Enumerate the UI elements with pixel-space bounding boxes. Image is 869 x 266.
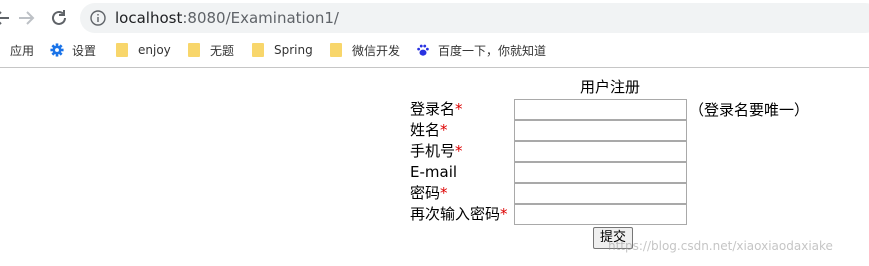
url-path: :8080/Examination1/ (182, 9, 339, 27)
bookmark-wechat-dev[interactable]: 微信开发 (330, 40, 400, 60)
field-label: 登录名 (410, 100, 456, 118)
field-label: 再次输入密码 (410, 205, 501, 223)
email-label: E-mail (410, 162, 457, 182)
email-input[interactable] (514, 162, 687, 183)
baidu-paw-icon (417, 44, 429, 56)
bookmark-label: 应用 (10, 43, 35, 58)
field-label: 密码 (410, 184, 441, 202)
required-mark: * (455, 142, 463, 160)
forward-arrow-icon (19, 11, 35, 25)
url-host: localhost (115, 9, 183, 27)
login-name-hint: （登录名要唯一） (689, 101, 810, 119)
reload-button[interactable] (47, 6, 71, 30)
required-mark: * (500, 205, 508, 223)
url-text[interactable]: localhost:8080/Examination1/ (115, 8, 339, 28)
bookmark-label: enjoy (138, 43, 171, 57)
back-button[interactable] (0, 6, 14, 30)
phone-input[interactable] (514, 141, 687, 162)
bookmark-label: 无题 (210, 43, 235, 58)
bookmark-enjoy[interactable]: enjoy (116, 40, 171, 60)
folder-icon (116, 43, 128, 57)
browser-toolbar: localhost:8080/Examination1/ (0, 0, 869, 36)
folder-icon (330, 43, 342, 57)
confirm-password-label: 再次输入密码* (410, 204, 508, 224)
field-label: 手机号 (410, 142, 456, 160)
site-info-icon[interactable] (90, 10, 106, 26)
address-bar[interactable]: localhost:8080/Examination1/ (80, 3, 869, 33)
password-input[interactable] (514, 183, 687, 204)
page-content: 用户注册 登录名* （登录名要唯一） 姓名* 手机号* E-mail 密码* 再… (0, 68, 869, 266)
bookmark-untitled[interactable]: 无题 (188, 40, 234, 60)
forward-button[interactable] (14, 6, 38, 30)
name-input[interactable] (514, 120, 687, 141)
bookmark-label: 百度一下，你就知道 (438, 43, 547, 58)
bookmark-label: 设置 (72, 43, 97, 58)
watermark: https://blog.csdn.net/xiaoxiaodaxiake (608, 239, 833, 253)
name-label: 姓名* (410, 120, 448, 140)
login-name-label: 登录名* (410, 99, 463, 119)
required-mark: * (440, 121, 448, 139)
bookmark-label: Spring (274, 43, 313, 57)
bookmark-label: 微信开发 (352, 43, 401, 58)
form-title: 用户注册 (580, 78, 641, 96)
bookmark-spring[interactable]: Spring (252, 40, 313, 60)
folder-icon (252, 43, 264, 57)
bookmark-apps[interactable]: 应用 (10, 40, 34, 60)
required-mark: * (455, 100, 463, 118)
required-mark: * (440, 184, 448, 202)
password-label: 密码* (410, 183, 448, 203)
bookmark-baidu[interactable]: 百度一下，你就知道 (416, 40, 546, 60)
bookmark-settings[interactable]: 设置 (50, 40, 96, 60)
field-label: 姓名 (410, 121, 441, 139)
confirm-password-input[interactable] (514, 204, 687, 225)
field-label: E-mail (410, 163, 458, 181)
phone-label: 手机号* (410, 141, 463, 161)
login-name-input[interactable] (514, 99, 687, 120)
back-arrow-icon (0, 11, 9, 25)
gear-icon (50, 43, 64, 57)
reload-icon (52, 10, 66, 25)
folder-icon (188, 43, 200, 57)
bookmarks-bar: 应用 设置 enjoy 无题 Spring 微信开发 百度一下，你就知道 (0, 36, 869, 64)
